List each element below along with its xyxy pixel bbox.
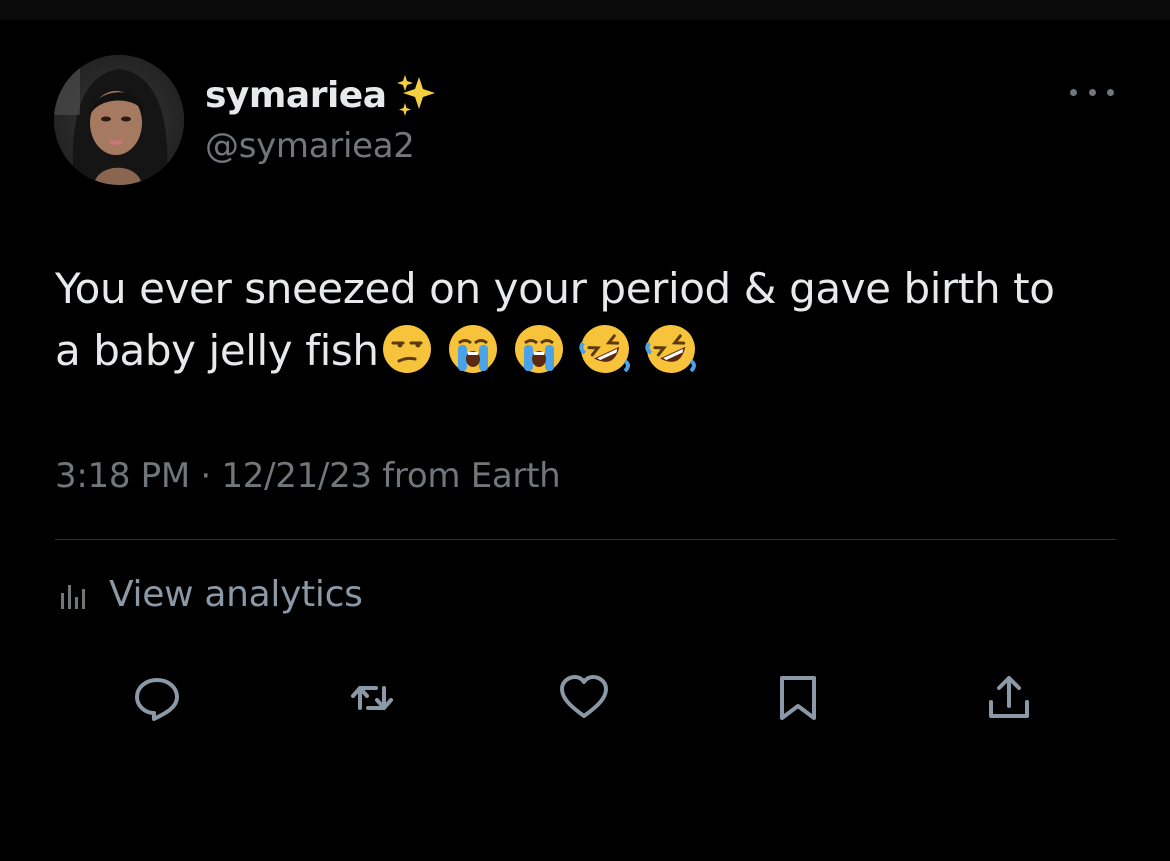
divider: [55, 539, 1116, 540]
unamused-face-icon: [382, 325, 431, 373]
loudly-crying-face-icon: [448, 325, 497, 373]
tweet-card: symariea @symariea2 You ever sneezed on …: [0, 0, 1170, 861]
author-name-row[interactable]: symariea: [205, 70, 441, 120]
tweet-date[interactable]: 12/21/23: [221, 456, 372, 496]
rolling-on-floor-laughing-icon: [578, 325, 630, 373]
tweet-text: You ever sneezed on your period & gave b…: [55, 258, 1135, 382]
tweet-source: from Earth: [371, 456, 561, 496]
display-name[interactable]: symariea: [205, 75, 387, 116]
reply-icon: [135, 678, 179, 721]
heart-icon: [560, 675, 608, 718]
reply-button[interactable]: [129, 670, 185, 726]
share-button[interactable]: [981, 670, 1037, 726]
retweet-button[interactable]: [344, 670, 400, 726]
more-icon-dot: [1107, 88, 1114, 96]
more-icon: [1070, 88, 1077, 96]
tweet-text-line-2-words: a baby jelly fish: [55, 326, 379, 375]
more-options-button[interactable]: [1070, 82, 1114, 102]
avatar[interactable]: [54, 55, 184, 185]
share-icon: [989, 676, 1029, 718]
more-icon-dot: [1088, 88, 1096, 96]
view-analytics-link[interactable]: View analytics: [55, 574, 363, 615]
tweet-metadata: 3:18 PM · 12/21/23 from Earth: [55, 456, 561, 496]
bookmark-icon: [780, 676, 816, 720]
tweet-time[interactable]: 3:18 PM: [55, 456, 190, 496]
emoji-group: [381, 323, 711, 375]
bookmark-button[interactable]: [770, 670, 826, 726]
author-handle[interactable]: @symariea2: [205, 126, 415, 166]
view-analytics-label: View analytics: [109, 574, 363, 615]
retweet-icon: [351, 686, 393, 710]
sparkles-icon: [396, 75, 435, 116]
like-button[interactable]: [556, 670, 612, 726]
rolling-on-floor-laughing-icon: [644, 325, 696, 373]
tweet-text-line-2: a baby jelly fish: [55, 320, 1135, 382]
analytics-icon: [61, 584, 85, 609]
tweet-text-line-1: You ever sneezed on your period & gave b…: [55, 264, 1055, 313]
meta-separator: ·: [189, 456, 222, 496]
loudly-crying-face-icon: [514, 325, 563, 373]
